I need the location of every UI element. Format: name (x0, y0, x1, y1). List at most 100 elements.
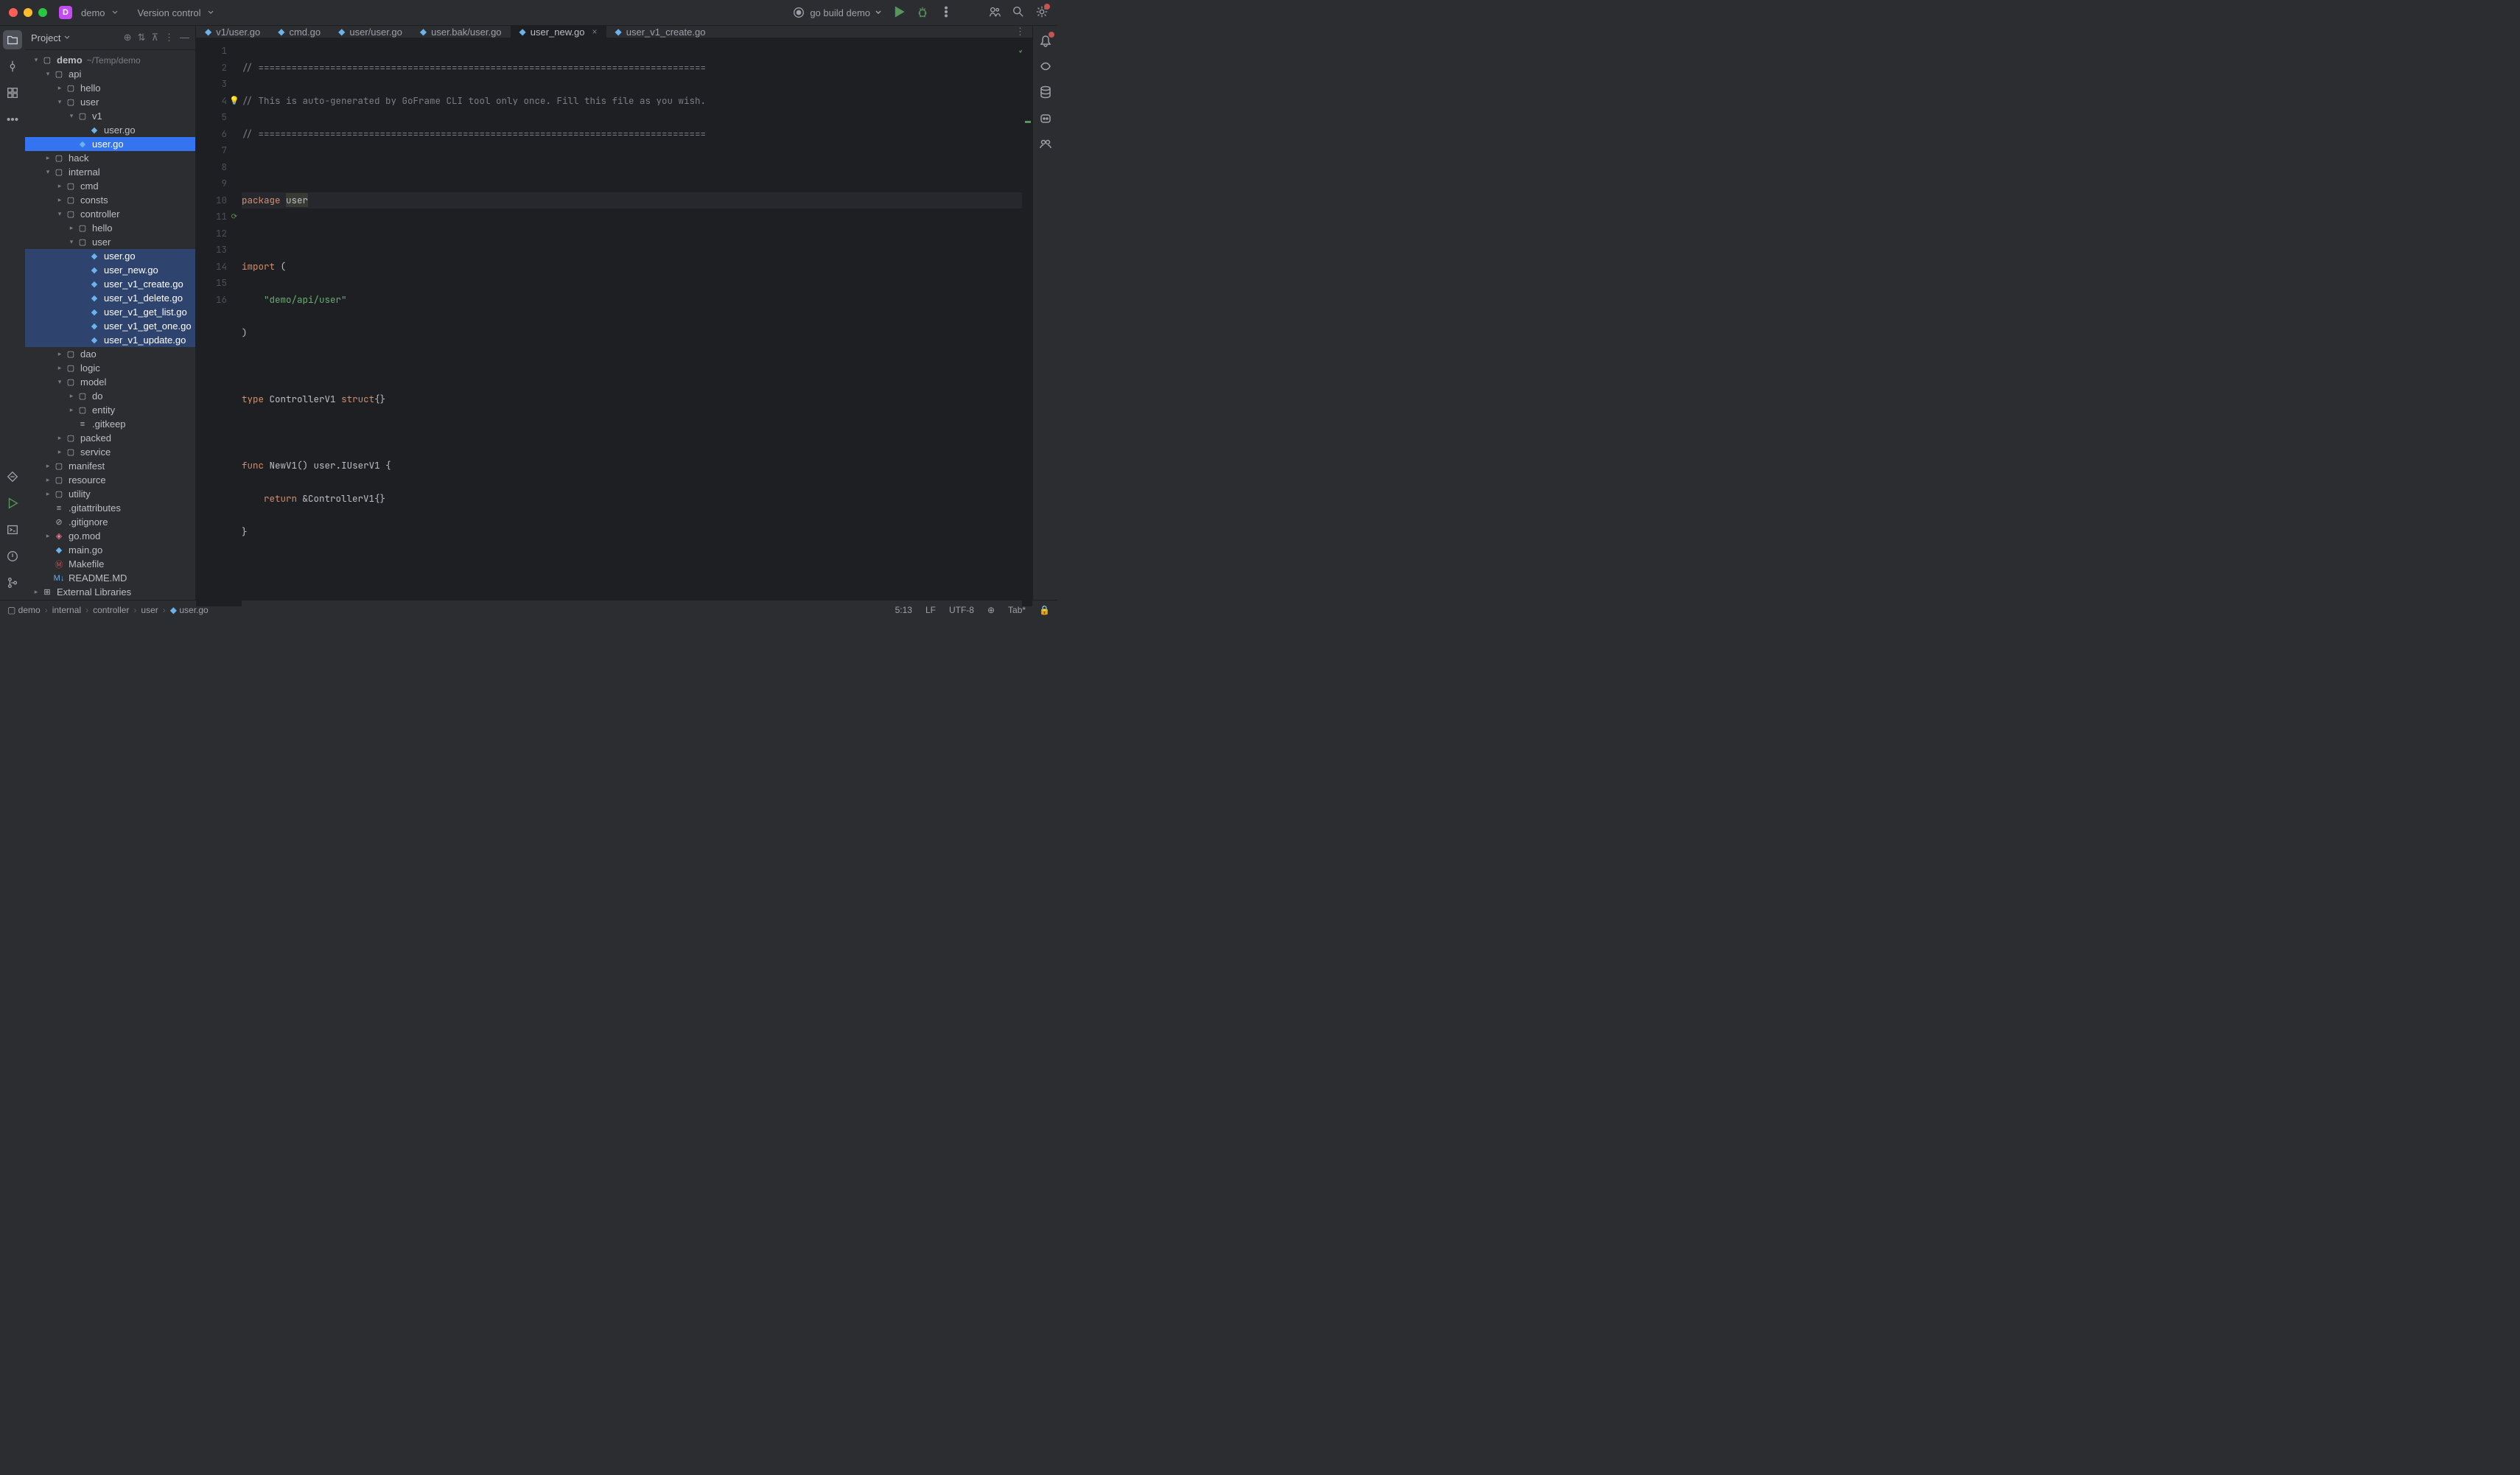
run-tool-button[interactable] (3, 494, 22, 513)
code-content[interactable]: // =====================================… (242, 38, 1022, 606)
tree-row-user2[interactable]: ▾▢user (25, 235, 195, 249)
project-tree[interactable]: ▾▢demo~/Temp/demo ▾▢api ▸▢hello ▾▢user ▾… (25, 50, 195, 600)
minimize-window-button[interactable] (24, 8, 32, 17)
tree-row-consts[interactable]: ▸▢consts (25, 193, 195, 207)
tree-row-file[interactable]: ▸◆user_v1_get_list.go (25, 305, 195, 319)
tree-row-user[interactable]: ▾▢user (25, 95, 195, 109)
notifications-button[interactable] (1038, 33, 1053, 50)
panel-title[interactable]: Project (31, 32, 60, 43)
hide-panel-button[interactable]: — (180, 32, 189, 43)
breadcrumb[interactable]: ▢ demo › internal › controller › user › … (7, 605, 209, 615)
tab-user-new[interactable]: ◆user_new.go× (511, 26, 606, 38)
tree-row-file[interactable]: ▸◆main.go (25, 543, 195, 557)
more-tools-button[interactable] (3, 110, 22, 129)
run-button[interactable] (892, 5, 906, 21)
close-window-button[interactable] (9, 8, 18, 17)
panel-options-button[interactable]: ⋮ (164, 32, 174, 43)
tree-row-manifest[interactable]: ▸▢manifest (25, 459, 195, 473)
tree-row-file[interactable]: ▸⊘.gitignore (25, 515, 195, 529)
tree-row-file[interactable]: ▸◆user.go (25, 249, 195, 263)
services-tool-button[interactable] (3, 467, 22, 486)
tree-row-cmd[interactable]: ▸▢cmd (25, 179, 195, 193)
tree-row-file[interactable]: ▸◆user.go (25, 123, 195, 137)
terminal-tool-button[interactable] (3, 520, 22, 539)
tree-row-logic[interactable]: ▸▢logic (25, 361, 195, 375)
commit-tool-button[interactable] (3, 57, 22, 76)
tree-row-file[interactable]: ▸M↓README.MD (25, 571, 195, 585)
tree-row-file[interactable]: ▸ⓂMakefile (25, 557, 195, 571)
tab-options-button[interactable]: ⋮ (1015, 26, 1025, 38)
tree-row-file[interactable]: ▸◆user_new.go (25, 263, 195, 277)
tree-row-file[interactable]: ▸≡.gitkeep (25, 417, 195, 431)
tree-row-v1[interactable]: ▾▢v1 (25, 109, 195, 123)
git-tool-button[interactable] (3, 573, 22, 592)
tree-row-file[interactable]: ▸◆user_v1_delete.go (25, 291, 195, 305)
folder-icon: ▢ (53, 69, 65, 80)
tree-row-model[interactable]: ▾▢model (25, 375, 195, 389)
breadcrumb-item[interactable]: internal (52, 605, 81, 615)
version-control-menu[interactable]: Version control (138, 7, 201, 18)
database-tool-button[interactable] (1038, 85, 1053, 102)
tree-row-root[interactable]: ▾▢demo~/Temp/demo (25, 53, 195, 67)
marker[interactable] (1025, 121, 1031, 123)
tree-row-hack[interactable]: ▸▢hack (25, 151, 195, 165)
debug-button[interactable] (916, 5, 929, 21)
copilot-tool-button[interactable] (1038, 111, 1053, 127)
ai-assistant-button[interactable] (1038, 59, 1053, 76)
error-stripe[interactable] (1022, 38, 1032, 606)
tree-row-file[interactable]: ▸≡.gitattributes (25, 501, 195, 515)
project-badge-icon[interactable]: D (59, 6, 72, 19)
tree-row-file[interactable]: ▸◆user_v1_get_one.go (25, 319, 195, 333)
tab-user-v1-create[interactable]: ◆user_v1_create.go (606, 26, 715, 38)
tree-row-service[interactable]: ▸▢service (25, 445, 195, 459)
problems-tool-button[interactable] (3, 547, 22, 566)
go-file-icon: ◆ (170, 605, 177, 615)
breadcrumb-item[interactable]: ▢ demo (7, 605, 41, 615)
folder-icon: ▢ (65, 181, 77, 192)
run-configuration-selector[interactable]: go build demo (792, 6, 882, 19)
tree-row-api[interactable]: ▾▢api (25, 67, 195, 81)
search-everywhere-button[interactable] (1012, 5, 1025, 21)
tree-row-hello2[interactable]: ▸▢hello (25, 221, 195, 235)
tree-row-dao[interactable]: ▸▢dao (25, 347, 195, 361)
tree-row-hello[interactable]: ▸▢hello (25, 81, 195, 95)
tree-row-file[interactable]: ▸◆user_v1_update.go (25, 333, 195, 347)
lock-indicator[interactable]: 🔒 (1039, 605, 1050, 615)
editor-body[interactable]: 12345678910111213141516 💡 ⟳ // =========… (196, 38, 1032, 606)
project-menu[interactable]: demo (81, 7, 105, 18)
window-chrome: D demo Version control go build demo (0, 0, 1057, 26)
expand-all-button[interactable]: ⇅ (138, 32, 146, 43)
usages-icon[interactable]: ⟳ (231, 211, 237, 221)
tree-row-utility[interactable]: ▸▢utility (25, 487, 195, 501)
collab-tool-button[interactable] (1038, 136, 1053, 153)
tree-row-external[interactable]: ▸⊞External Libraries (25, 585, 195, 599)
breadcrumb-item[interactable]: user (141, 605, 158, 615)
chevron-right-icon: › (45, 605, 48, 615)
line-number-gutter[interactable]: 12345678910111213141516 💡 ⟳ (196, 38, 242, 606)
tree-row-scratches[interactable]: ▸▤Scratches and Consoles (25, 599, 195, 600)
tree-row-do[interactable]: ▸▢do (25, 389, 195, 403)
close-tab-button[interactable]: × (592, 27, 598, 37)
tree-row-resource[interactable]: ▸▢resource (25, 473, 195, 487)
tree-row-internal[interactable]: ▾▢internal (25, 165, 195, 179)
tree-row-gomod[interactable]: ▸◈go.mod (25, 529, 195, 543)
more-actions-button[interactable] (939, 5, 953, 21)
collapse-all-button[interactable]: ⊼ (151, 32, 158, 43)
tab-cmd[interactable]: ◆cmd.go (269, 26, 329, 38)
tree-row-file[interactable]: ▸◆user_v1_create.go (25, 277, 195, 291)
tree-row-file[interactable]: ▸◆user.go (25, 137, 195, 151)
maximize-window-button[interactable] (38, 8, 47, 17)
settings-button[interactable] (1035, 5, 1049, 21)
project-tool-button[interactable] (3, 30, 22, 49)
tab-user-user[interactable]: ◆user/user.go (329, 26, 411, 38)
tree-row-packed[interactable]: ▸▢packed (25, 431, 195, 445)
tab-user-bak[interactable]: ◆user.bak/user.go (411, 26, 511, 38)
tree-row-entity[interactable]: ▸▢entity (25, 403, 195, 417)
structure-tool-button[interactable] (3, 83, 22, 102)
code-with-me-button[interactable] (988, 5, 1001, 21)
breadcrumb-item[interactable]: controller (93, 605, 129, 615)
tab-v1-user[interactable]: ◆v1/user.go (196, 26, 269, 38)
bulb-icon[interactable]: 💡 (229, 96, 239, 106)
tree-row-controller[interactable]: ▾▢controller (25, 207, 195, 221)
select-opened-file-button[interactable]: ⊕ (124, 32, 132, 43)
